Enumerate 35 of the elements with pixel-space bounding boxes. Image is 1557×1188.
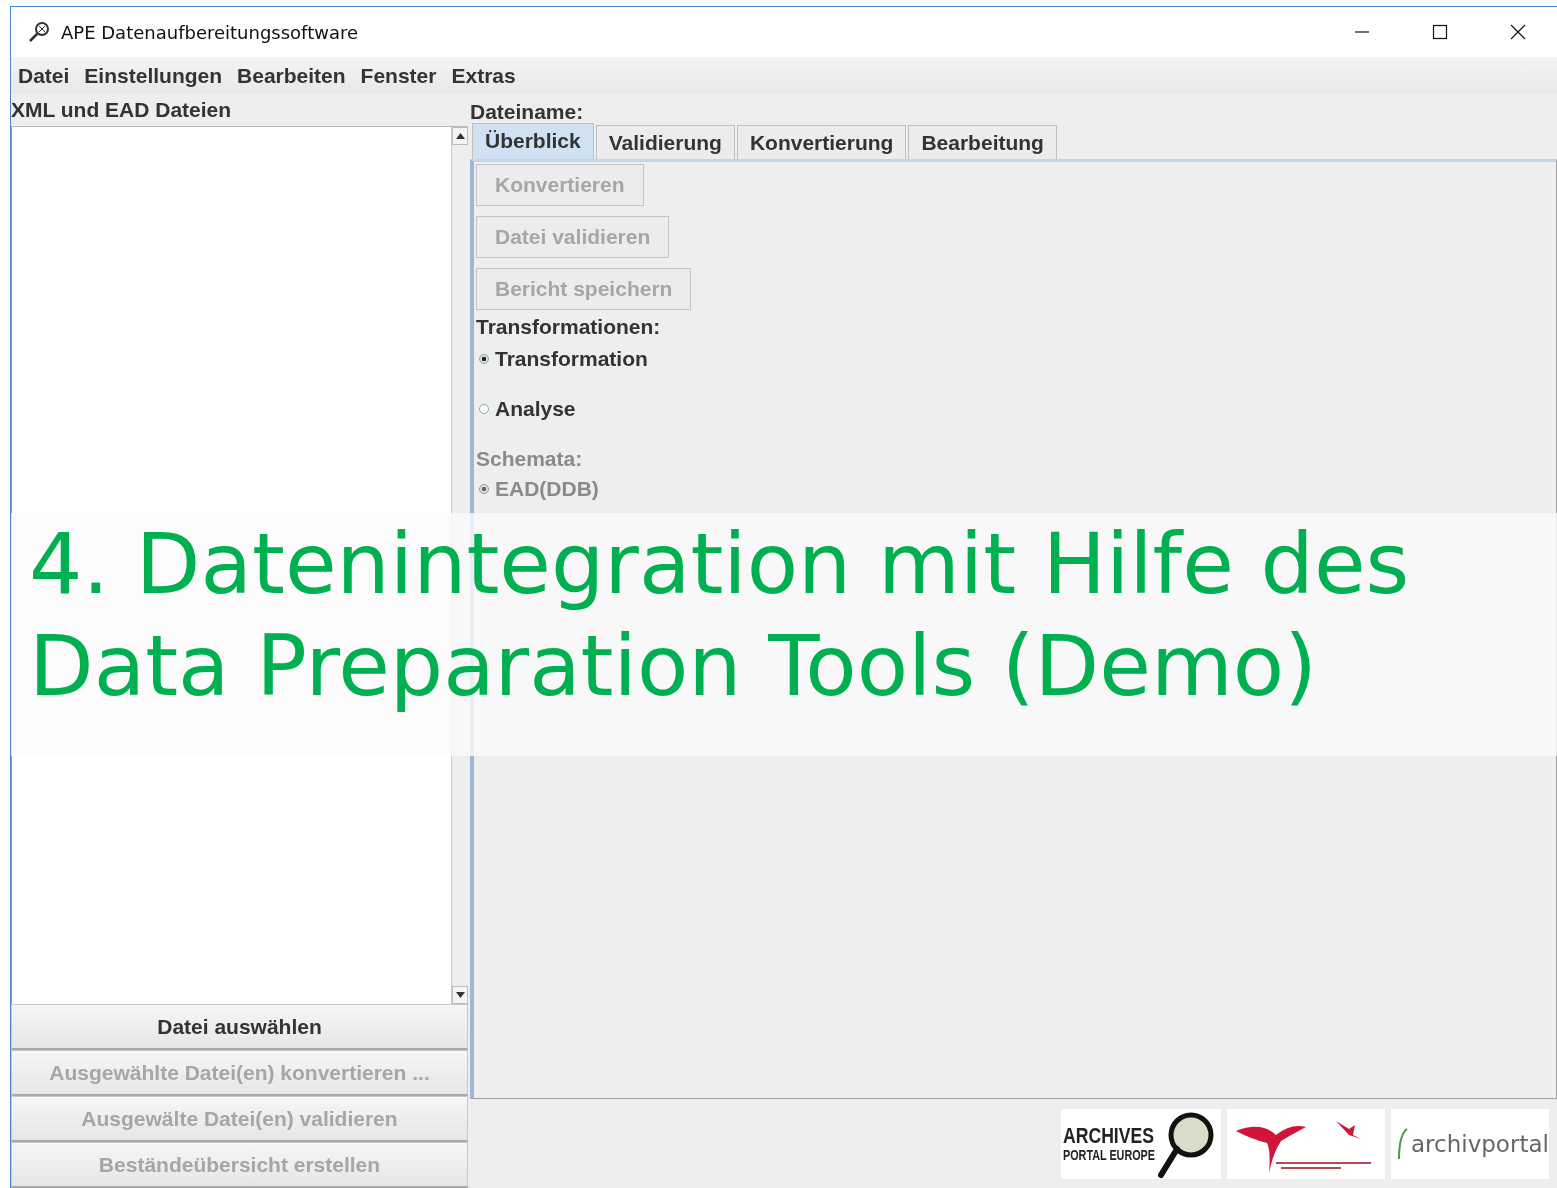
banner-title: 4. Datenintegration mit Hilfe des	[29, 514, 1410, 615]
window-title: APE Datenaufbereitungssoftware	[61, 21, 359, 43]
file-name-label: Dateiname:	[470, 99, 585, 124]
scroll-down-icon	[455, 992, 465, 998]
tab[interactable]: Bearbeitung	[908, 125, 1057, 159]
menu-item[interactable]: Bearbeiten	[237, 63, 346, 88]
group-label: Schemata:	[476, 446, 583, 472]
close-icon	[1510, 24, 1526, 40]
menu-item[interactable]: Einstellungen	[84, 63, 223, 88]
scroll-down-button[interactable]	[452, 986, 468, 1004]
arc-icon	[1397, 1126, 1409, 1161]
radio-button[interactable]	[479, 354, 489, 364]
scroll-up-button[interactable]	[452, 127, 468, 145]
scroll-up-icon	[455, 133, 465, 139]
radio-option[interactable]: Analyse	[476, 392, 576, 426]
menu-item[interactable]: Fenster	[360, 63, 437, 88]
app-icon	[27, 21, 51, 43]
menu-item[interactable]: Extras	[451, 63, 516, 88]
minimize-icon	[1354, 31, 1370, 33]
logo-text: ARCHIVES	[1063, 1125, 1155, 1147]
tab[interactable]: Validierung	[595, 125, 735, 159]
menu-item[interactable]: Datei	[18, 63, 70, 88]
radio-label: Transformation	[495, 347, 648, 371]
tab[interactable]: Konvertierung	[736, 125, 907, 159]
logo-text: archivportal	[1411, 1130, 1549, 1157]
radio-label: EAD(DDB)	[495, 477, 599, 501]
radio-label: Analyse	[495, 397, 576, 421]
tab[interactable]: Überblick	[472, 123, 594, 159]
group-label: Transformationen:	[476, 314, 661, 340]
radio-button[interactable]	[479, 404, 489, 414]
file-action-button[interactable]: Datei auswählen	[11, 1004, 468, 1050]
radio-option[interactable]: Transformation	[476, 342, 648, 376]
logo-text: PORTAL EUROPE	[1063, 1147, 1155, 1162]
banner-title: Data Preparation Tools (Demo)	[29, 616, 1317, 717]
maximize-icon	[1432, 24, 1448, 40]
